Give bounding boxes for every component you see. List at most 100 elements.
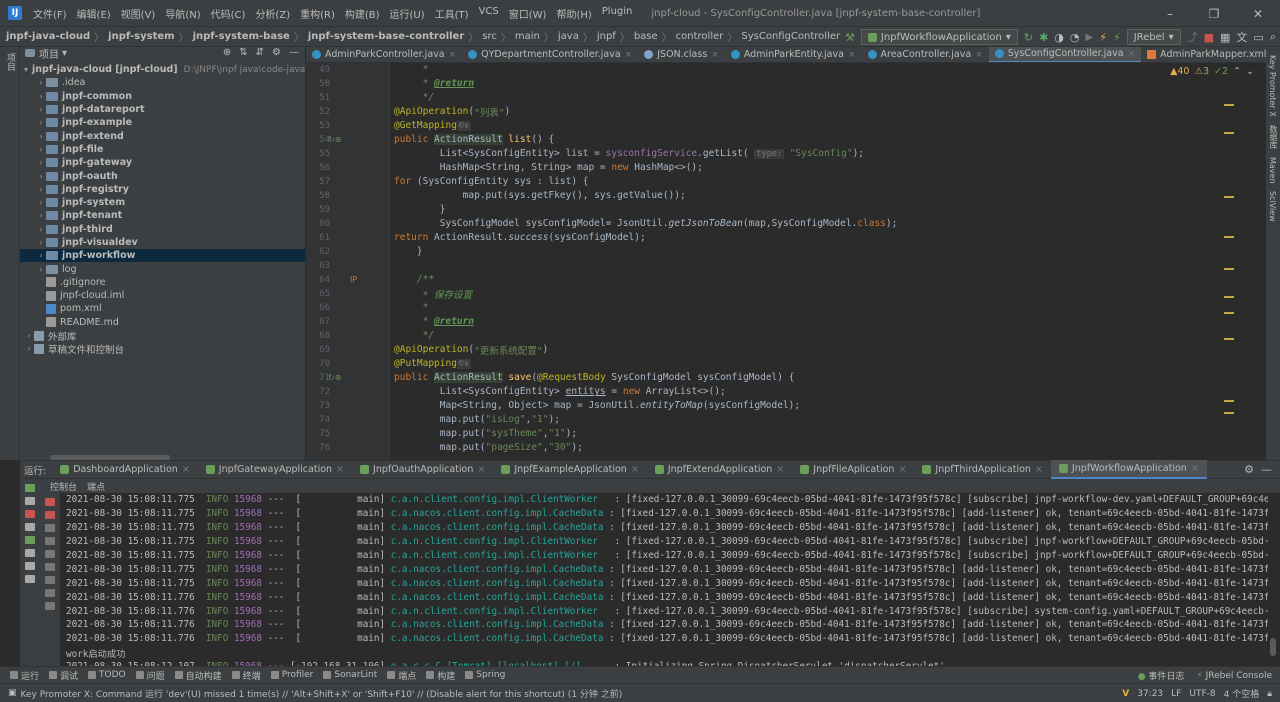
tree-node[interactable]: › jnpf-third — [20, 223, 305, 236]
tool-window-button[interactable]: Spring — [465, 669, 505, 682]
expand-arrow-icon[interactable]: › — [36, 238, 46, 247]
menu-item[interactable]: 导航(N) — [160, 6, 205, 21]
chevron-up-icon[interactable]: ⌃ — [1233, 66, 1241, 77]
expand-arrow-icon[interactable]: › — [36, 118, 46, 127]
run-tab[interactable]: JnpfWorkflowApplication × — [1050, 460, 1207, 479]
stop-icon[interactable]: ■ — [1204, 31, 1214, 44]
attach-icon[interactable]: ⤴ — [1187, 29, 1198, 45]
tool-window-button[interactable]: Profiler — [270, 669, 313, 682]
expand-arrow-icon[interactable]: › — [36, 198, 46, 207]
menu-item[interactable]: 视图(V) — [116, 6, 161, 21]
tree-node[interactable]: .gitignore — [20, 276, 305, 289]
inspection-widget[interactable]: ▲40 ⚠3 ✓2 ⌃ ⌄ — [1170, 66, 1254, 77]
expand-arrow-icon[interactable]: › — [36, 251, 46, 260]
hide-icon[interactable]: — — [1261, 463, 1272, 476]
gutter-annotation-icon[interactable]: IP — [350, 275, 357, 284]
editor-tab[interactable]: SysConfigController.java × — [988, 47, 1142, 62]
expand-arrow-icon[interactable]: › — [36, 132, 46, 141]
scroll-up-icon[interactable] — [45, 537, 55, 545]
expand-arrow-icon[interactable]: › — [24, 331, 34, 340]
expand-arrow-icon[interactable]: › — [36, 185, 46, 194]
menu-item[interactable]: 工具(T) — [430, 6, 474, 21]
hide-icon[interactable]: — — [289, 47, 299, 58]
tree-node[interactable]: › jnpf-extend — [20, 129, 305, 142]
lock-icon[interactable]: 🔒︎ — [1267, 689, 1272, 699]
run-tab[interactable]: JnpfExtendApplication × — [647, 460, 793, 479]
close-tab-icon[interactable]: × — [182, 464, 190, 475]
tree-node[interactable]: › jnpf-workflow — [20, 249, 305, 263]
exit-icon[interactable] — [25, 549, 35, 557]
jrebel-run-icon[interactable]: ⚡ — [1099, 31, 1107, 44]
close-tab-icon[interactable]: × — [776, 464, 784, 475]
run-tab[interactable]: JnpfThirdApplication × — [914, 460, 1050, 479]
close-tab-icon[interactable]: × — [898, 464, 906, 475]
sciview-tool-label[interactable]: SciView — [1268, 191, 1277, 222]
editor-tab[interactable]: AdminParkMapper.xml× — [1141, 47, 1280, 62]
editor-tab[interactable]: AdminParkController.java × — [306, 47, 462, 62]
tree-node[interactable]: › jnpf-gateway — [20, 156, 305, 169]
expand-arrow-icon[interactable]: › — [36, 158, 46, 167]
run-tab[interactable]: JnpfFileAplication × — [792, 460, 914, 479]
tool-window-button[interactable]: TODO — [88, 669, 126, 682]
tool-window-button[interactable]: 调试 — [49, 669, 78, 682]
tree-node[interactable]: jnpf-cloud.iml — [20, 289, 305, 302]
menu-item[interactable]: 构建(B) — [340, 6, 385, 21]
run-method-icon[interactable]: ↻⊕ — [328, 373, 341, 382]
editor-tab[interactable]: AdminParkEntity.java × — [725, 47, 862, 62]
tree-node[interactable]: › jnpf-oauth — [20, 169, 305, 182]
expand-arrow-icon[interactable]: › — [36, 265, 46, 274]
stop-icon[interactable] — [25, 510, 35, 518]
expand-arrow-icon[interactable]: › — [24, 344, 34, 353]
minimize-icon[interactable]: – — [1148, 0, 1192, 27]
breadcrumb-item[interactable]: jnpf-system — [108, 31, 174, 42]
tool-window-button[interactable]: SonarLint — [323, 669, 377, 682]
breadcrumb-item[interactable]: main — [515, 31, 540, 42]
scroll-to-end-icon[interactable] — [45, 576, 55, 584]
editor-tab[interactable]: QYDepartmentController.java × — [462, 47, 638, 62]
menu-item[interactable]: 重构(R) — [295, 6, 340, 21]
breadcrumb-item[interactable]: src — [482, 31, 497, 42]
tree-node[interactable]: pom.xml — [20, 302, 305, 315]
run-icon[interactable]: ▶ — [1086, 32, 1094, 43]
print-icon[interactable] — [45, 589, 55, 597]
chevron-down-icon[interactable]: ▾ — [62, 48, 67, 59]
tree-node[interactable]: › jnpf-common — [20, 90, 305, 103]
breadcrumb-item[interactable]: SysConfigController — [741, 31, 840, 42]
expand-arrow-icon[interactable]: › — [36, 92, 46, 101]
menu-item[interactable]: 编辑(E) — [72, 6, 116, 21]
expand-all-icon[interactable]: ⇅ — [239, 47, 247, 58]
console-output[interactable]: 2021-08-30 15:08:11.775 INFO 15968 --- [… — [60, 493, 1268, 666]
breadcrumb-item[interactable]: base — [634, 31, 658, 42]
expand-arrow-icon[interactable]: ▾ — [24, 65, 28, 74]
breadcrumb-item[interactable]: jnpf — [597, 31, 616, 42]
debug-bug-icon[interactable]: ✱ — [1039, 31, 1048, 44]
gear-icon[interactable]: ⚙ — [1244, 463, 1254, 476]
indent-setting[interactable]: 4 个空格 — [1224, 687, 1260, 700]
camera-icon[interactable] — [25, 523, 35, 531]
expand-arrow-icon[interactable]: › — [36, 145, 46, 154]
tree-node[interactable]: › jnpf-file — [20, 143, 305, 156]
expand-arrow-icon[interactable]: › — [36, 225, 46, 234]
tool-window-button[interactable]: 终端 — [231, 669, 261, 682]
editor-tab[interactable]: JSON.class × — [638, 47, 725, 62]
close-tab-icon[interactable]: × — [711, 50, 719, 60]
key-promoter-tool-label[interactable]: Key Promoter X — [1268, 55, 1277, 117]
caret-position[interactable]: 37:23 — [1137, 689, 1163, 699]
close-tab-icon[interactable]: × — [1191, 463, 1199, 474]
expand-arrow-icon[interactable]: › — [36, 78, 46, 87]
tree-node[interactable]: › 外部库 — [20, 329, 305, 343]
menu-item[interactable]: 运行(U) — [385, 6, 430, 21]
breadcrumb-item[interactable]: jnpf-system-base-controller — [308, 31, 464, 42]
tree-node[interactable]: › jnpf-example — [20, 116, 305, 129]
chevron-down-icon[interactable]: ⌄ — [1246, 66, 1254, 77]
restore-icon[interactable]: ❐ — [1192, 0, 1236, 27]
console-tab[interactable]: 控制台 — [50, 480, 77, 493]
run-tab[interactable]: JnpfGatewayApplication × — [198, 460, 352, 479]
expand-arrow-icon[interactable]: › — [36, 105, 46, 114]
rerun-icon[interactable]: ↻ — [1024, 31, 1033, 44]
expand-arrow-icon[interactable]: › — [36, 211, 46, 220]
close-tab-icon[interactable]: × — [336, 464, 344, 475]
tree-node[interactable]: › .idea — [20, 76, 305, 89]
event-log-button[interactable]: ● 事件日志 — [1138, 669, 1185, 682]
tree-node[interactable]: ▾ jnpf-java-cloud [jnpf-cloud] D:\JNPF\jnp… — [20, 63, 344, 76]
